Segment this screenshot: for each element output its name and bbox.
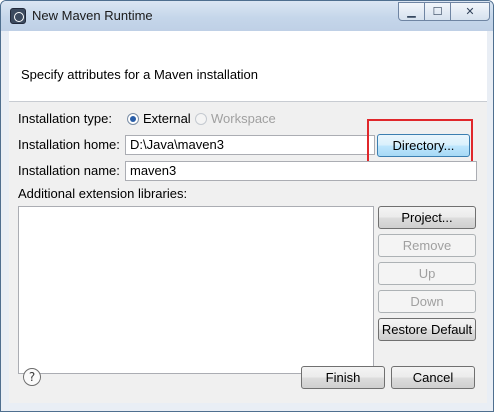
radio-workspace [195,113,207,125]
dialog-body: Installation type: External Workspace In… [9,102,487,403]
radio-external[interactable] [127,113,139,125]
minimize-icon: ▁ [407,5,416,18]
radio-external-label[interactable]: External [143,111,191,126]
close-icon: ✕ [465,5,475,18]
radio-workspace-label: Workspace [211,111,276,126]
project-button[interactable]: Project... [378,206,476,229]
restore-default-button[interactable]: Restore Default [378,318,476,341]
cancel-button[interactable]: Cancel [391,366,475,389]
maximize-button[interactable]: ☐ [424,2,451,21]
close-button[interactable]: ✕ [450,2,490,21]
installation-home-field[interactable]: D:\Java\maven3 [125,135,375,155]
header-banner: Specify attributes for a Maven installat… [9,31,487,102]
extension-libraries-list[interactable] [18,206,374,374]
help-icon[interactable]: ? [23,368,41,386]
remove-button: Remove [378,234,476,257]
window-title: New Maven Runtime [32,8,153,23]
down-button: Down [378,290,476,313]
finish-button[interactable]: Finish [301,366,385,389]
minimize-button[interactable]: ▁ [398,2,425,21]
extension-libraries-label: Additional extension libraries: [18,186,188,201]
title-bar[interactable]: New Maven Runtime ▁ ☐ ✕ [1,1,493,31]
up-button: Up [378,262,476,285]
installation-type-label: Installation type: [18,111,112,126]
maven-runtime-icon [10,8,26,24]
banner-message: Specify attributes for a Maven installat… [21,67,259,82]
installation-name-field[interactable]: maven3 [125,161,477,181]
maximize-icon: ☐ [432,5,443,18]
new-maven-runtime-dialog: New Maven Runtime ▁ ☐ ✕ Specify attribut… [0,0,494,412]
installation-home-label: Installation home: [18,137,120,152]
installation-name-label: Installation name: [18,163,120,178]
annotation-highlight-box [367,119,473,166]
